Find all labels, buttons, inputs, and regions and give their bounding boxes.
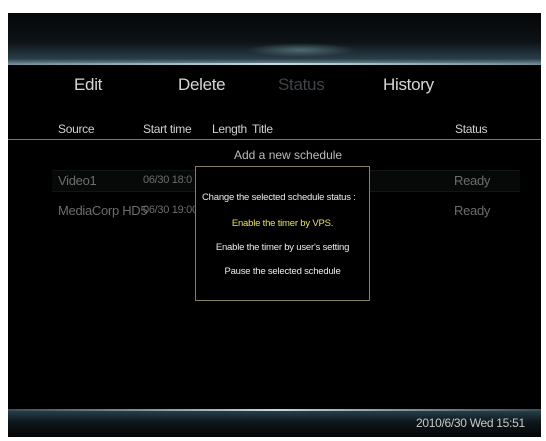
table-header: Source Start time Length Title Status [8, 121, 541, 140]
col-source: Source [58, 122, 95, 136]
row-status: Ready [454, 203, 491, 218]
tv-screen: Edit Delete Status History Source Start … [8, 13, 541, 437]
col-start-time: Start time [143, 122, 192, 136]
status-dialog: Change the selected schedule status : En… [195, 166, 370, 301]
bottom-divider [8, 409, 541, 411]
row-source: MediaCorp HD5 [58, 203, 148, 218]
col-title: Title [252, 122, 273, 136]
row-start-time: 06/30 18:0 [143, 174, 192, 186]
clock-display: 2010/6/30 Wed 15:51 [416, 416, 525, 430]
dialog-title: Change the selected schedule status : [202, 192, 356, 203]
option-enable-vps[interactable]: Enable the timer by VPS. [196, 218, 369, 229]
menu-delete[interactable]: Delete [178, 75, 226, 95]
add-schedule-item[interactable]: Add a new schedule [234, 148, 342, 162]
top-divider [8, 63, 541, 65]
option-pause-schedule[interactable]: Pause the selected schedule [196, 266, 369, 277]
option-enable-user-setting[interactable]: Enable the timer by user's setting [196, 242, 369, 253]
menu-history[interactable]: History [383, 75, 434, 95]
col-length: Length [212, 122, 247, 136]
menu-status[interactable]: Status [278, 75, 325, 95]
row-status: Ready [454, 173, 491, 188]
row-source: Video1 [58, 173, 97, 188]
row-start-time: 06/30 19:00 [143, 204, 198, 216]
top-banner [8, 13, 541, 65]
col-status: Status [455, 122, 488, 136]
active-tab-glow [246, 43, 356, 57]
menu-edit[interactable]: Edit [74, 75, 102, 95]
